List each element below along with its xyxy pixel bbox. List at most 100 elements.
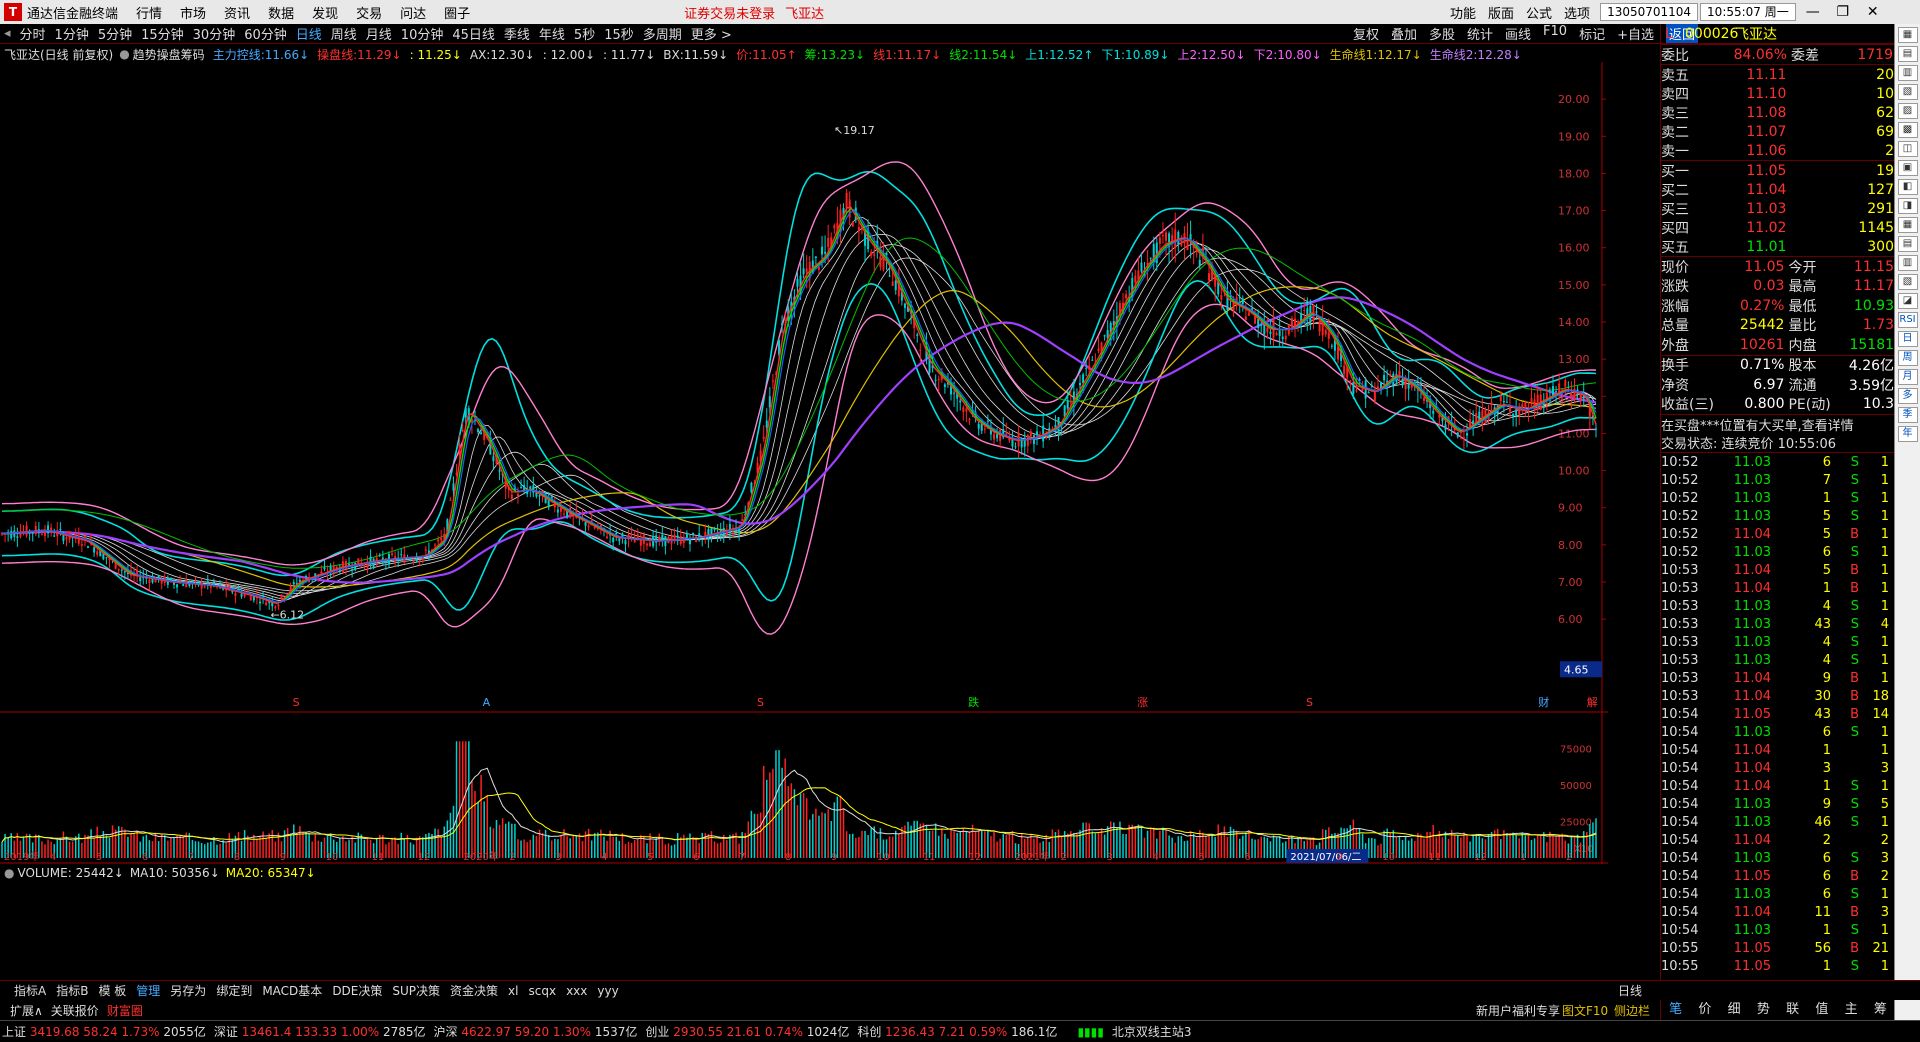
menu-function[interactable]: 功能: [1450, 3, 1476, 22]
extension-tab[interactable]: 关联报价: [51, 1002, 99, 1019]
toolbar-draw[interactable]: 画线: [1505, 24, 1531, 43]
index-quote[interactable]: 科创 1236.43 7.21 0.59% 186.1亿: [857, 1023, 1057, 1040]
period-tab[interactable]: 30分钟: [193, 24, 236, 43]
period-tab[interactable]: 分时: [20, 24, 46, 43]
rail-tool-icon[interactable]: ◪: [1897, 293, 1918, 309]
period-more[interactable]: 更多 >: [691, 24, 732, 43]
toolbar-mark[interactable]: 标记: [1579, 24, 1605, 43]
extension-tab[interactable]: 财富圈: [107, 1002, 143, 1019]
indicator-tab[interactable]: 另存为: [170, 982, 206, 999]
menu-trade[interactable]: 交易: [356, 3, 382, 22]
tick-list[interactable]: 10:52 11.03 6 S 1 10:52 11.03 7 S 1 10:52 11.03 1 S 1 1…: [1661, 452, 1894, 975]
ask-row[interactable]: 卖三 11.08 62: [1661, 103, 1894, 122]
rail-tool-icon[interactable]: ◨: [1897, 198, 1918, 214]
event-marker[interactable]: 跌: [968, 695, 979, 709]
ask-row[interactable]: 卖一 11.06 2: [1661, 141, 1894, 160]
sidebar-link[interactable]: 侧边栏: [1614, 1002, 1650, 1019]
menu-circle[interactable]: 圈子: [444, 3, 470, 22]
rail-tool-icon[interactable]: ◧: [1897, 179, 1918, 195]
period-tab[interactable]: 多周期: [643, 24, 682, 43]
collapse-icon[interactable]: ◂: [4, 26, 11, 41]
period-tab[interactable]: 季线: [504, 24, 530, 43]
rail-tool-icon[interactable]: ▧: [1897, 84, 1918, 100]
rail-tool-icon[interactable]: ◫: [1897, 141, 1918, 157]
toolbar-overlay[interactable]: 叠加: [1391, 24, 1417, 43]
period-tab[interactable]: 45日线: [452, 24, 495, 43]
period-tab[interactable]: 周线: [331, 24, 357, 43]
indicator-tab[interactable]: SUP决策: [392, 982, 440, 999]
bid-row[interactable]: 买五 11.01 300: [1661, 237, 1894, 256]
price-chart[interactable]: 6.007.008.009.0010.0011.0012.0013.0014.0…: [0, 62, 1608, 864]
bid-row[interactable]: 买一 11.05 19: [1661, 161, 1894, 180]
index-quote[interactable]: 沪深 4622.97 59.20 1.30% 1537亿: [433, 1023, 637, 1040]
rail-period-button[interactable]: RSI: [1897, 312, 1918, 328]
event-marker[interactable]: 财: [1538, 695, 1549, 709]
rail-tool-icon[interactable]: ▩: [1897, 122, 1918, 138]
period-tab[interactable]: 1分钟: [55, 24, 89, 43]
menu-layout[interactable]: 版面: [1488, 3, 1514, 22]
index-quote[interactable]: 上证 3419.68 58.24 1.73% 2055亿: [2, 1023, 206, 1040]
rail-tool-icon[interactable]: ▦: [1897, 217, 1918, 233]
indicator-tab[interactable]: 管理: [136, 982, 160, 999]
promo-link[interactable]: 新用户福利专享: [1476, 1002, 1560, 1019]
period-tab[interactable]: 15分钟: [141, 24, 184, 43]
menu-news[interactable]: 资讯: [224, 3, 250, 22]
menu-exchange[interactable]: 市场: [180, 3, 206, 22]
toolbar-fuquan[interactable]: 复权: [1353, 24, 1379, 43]
volume-dot-icon[interactable]: ●: [4, 866, 14, 880]
close-icon[interactable]: ✕: [1858, 4, 1888, 20]
indicator-tab[interactable]: MACD基本: [262, 982, 322, 999]
ask-row[interactable]: 卖五 11.11 20: [1661, 65, 1894, 84]
rail-period-button[interactable]: 月: [1897, 369, 1918, 385]
period-tab[interactable]: 10分钟: [401, 24, 444, 43]
indicator-tab[interactable]: 绑定到: [216, 982, 252, 999]
indicator-tab[interactable]: yyy: [597, 984, 618, 998]
bid-row[interactable]: 买三 11.03 291: [1661, 199, 1894, 218]
big-order-info[interactable]: 在买盘***位置有大买单,查看详情: [1661, 414, 1894, 434]
rail-period-button[interactable]: 多: [1897, 388, 1918, 404]
period-tab[interactable]: 5分钟: [98, 24, 132, 43]
ask-row[interactable]: 卖四 11.10 10: [1661, 84, 1894, 103]
toolbar-stats[interactable]: 统计: [1467, 24, 1493, 43]
indicator-tab[interactable]: 资金决策: [450, 982, 498, 999]
rail-tool-icon[interactable]: ▨: [1897, 103, 1918, 119]
period-tab[interactable]: 年线: [539, 24, 565, 43]
event-marker[interactable]: S: [293, 696, 300, 709]
server-name[interactable]: 北京双线主站3: [1112, 1023, 1192, 1040]
period-tab-daily[interactable]: 日线: [296, 24, 322, 43]
menu-discover[interactable]: 发现: [312, 3, 338, 22]
rail-period-button[interactable]: 日: [1897, 331, 1918, 347]
minimize-icon[interactable]: —: [1798, 4, 1828, 20]
indicator-tab[interactable]: xl: [508, 984, 518, 998]
indicator-name[interactable]: 趋势操盘筹码: [133, 46, 205, 63]
restore-icon[interactable]: ❐: [1828, 4, 1858, 20]
rail-tool-icon[interactable]: ▤: [1897, 236, 1918, 252]
toolbar-add-watch[interactable]: +自选: [1617, 24, 1654, 43]
event-marker[interactable]: S: [1306, 696, 1313, 709]
period-tab[interactable]: 月线: [366, 24, 392, 43]
indicator-tab[interactable]: scqx: [528, 984, 556, 998]
account-field[interactable]: 13050701104: [1600, 3, 1699, 21]
f10-link[interactable]: 图文F10: [1562, 1002, 1608, 1019]
bid-row[interactable]: 买二 11.04 127: [1661, 180, 1894, 199]
event-marker[interactable]: A: [483, 696, 491, 709]
menu-formula[interactable]: 公式: [1526, 3, 1552, 22]
menu-data[interactable]: 数据: [268, 3, 294, 22]
toolbar-multi[interactable]: 多股: [1429, 24, 1455, 43]
rail-period-button[interactable]: 年: [1897, 426, 1918, 442]
indicator-dot-icon[interactable]: ●: [119, 47, 129, 61]
menu-options[interactable]: 选项: [1564, 3, 1590, 22]
rail-period-button[interactable]: 周: [1897, 350, 1918, 366]
rail-tool-icon[interactable]: ▥: [1897, 255, 1918, 271]
index-quote[interactable]: 深证 13461.4 133.33 1.00% 2785亿: [214, 1023, 426, 1040]
indicator-tab[interactable]: DDE决策: [332, 982, 382, 999]
rail-tool-icon[interactable]: ▥: [1897, 65, 1918, 81]
rail-tool-icon[interactable]: ▦: [1897, 27, 1918, 43]
index-quote[interactable]: 创业 2930.55 21.61 0.74% 1024亿: [645, 1023, 849, 1040]
login-notice[interactable]: 证券交易未登录: [684, 3, 775, 22]
menu-wenda[interactable]: 问达: [400, 3, 426, 22]
indicator-tab[interactable]: 指标A: [14, 982, 46, 999]
rail-period-button[interactable]: 季: [1897, 407, 1918, 423]
period-tab[interactable]: 15秒: [604, 24, 634, 43]
bid-row[interactable]: 买四 11.02 1145: [1661, 218, 1894, 237]
